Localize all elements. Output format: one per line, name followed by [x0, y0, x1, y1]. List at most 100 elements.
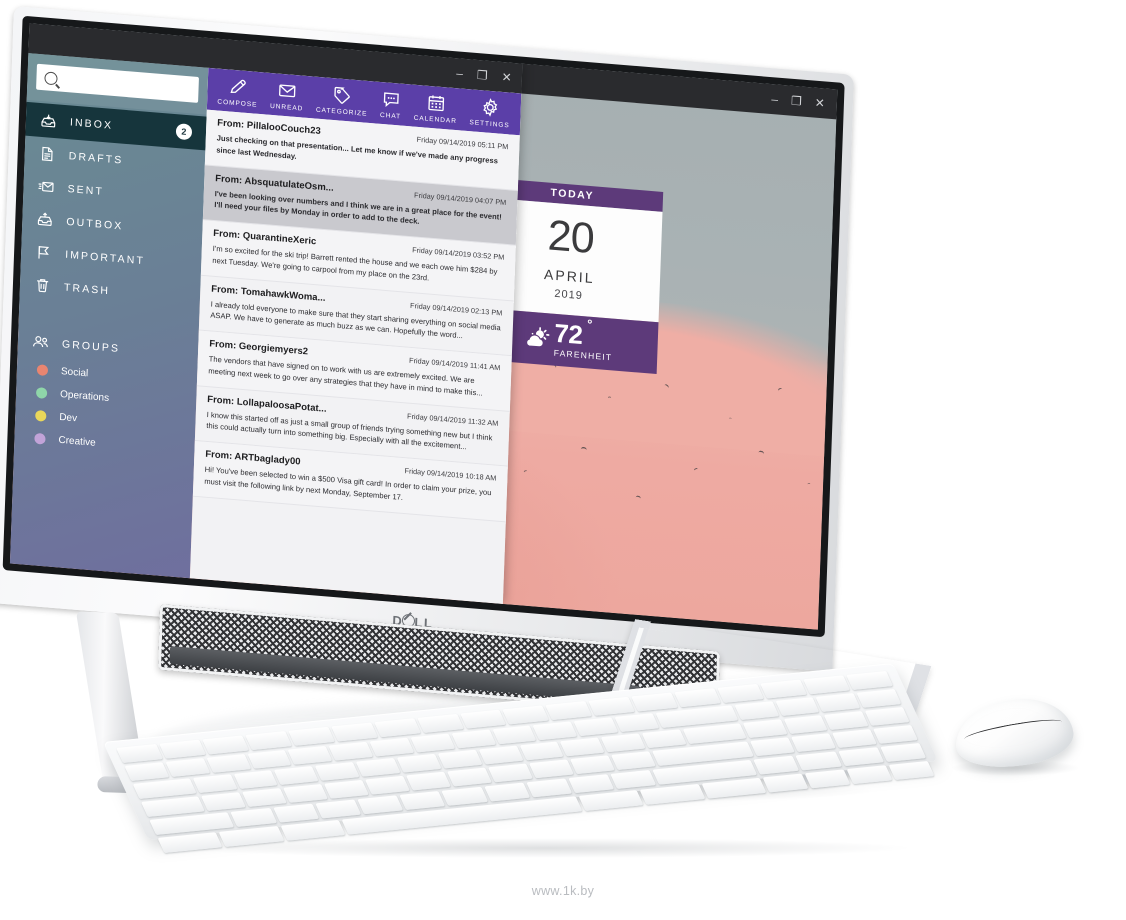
keyboard-key[interactable]: [783, 715, 828, 734]
keyboard-key[interactable]: [206, 754, 251, 773]
keyboard-key[interactable]: [880, 743, 927, 762]
keyboard-key[interactable]: [856, 688, 902, 708]
mouse[interactable]: [951, 693, 1077, 773]
keyboard-key[interactable]: [525, 778, 573, 798]
keyboard-key[interactable]: [328, 741, 374, 761]
keyboard-key[interactable]: [192, 774, 238, 794]
keyboard-key[interactable]: [451, 729, 496, 749]
maximize-button[interactable]: ❐: [477, 68, 488, 83]
keyboard-key[interactable]: [416, 713, 464, 733]
keyboard-key[interactable]: [287, 745, 333, 765]
keyboard-key[interactable]: [569, 755, 615, 775]
keyboard-key[interactable]: [280, 819, 346, 841]
keyboard-key[interactable]: [815, 693, 861, 712]
keyboard-key[interactable]: [314, 761, 360, 781]
keyboard-key[interactable]: [864, 706, 910, 726]
keyboard-key[interactable]: [824, 711, 869, 730]
keyboard-key[interactable]: [233, 770, 279, 789]
keyboard-key[interactable]: [132, 778, 197, 799]
keyboard-key[interactable]: [795, 751, 842, 771]
keyboard-key[interactable]: [803, 675, 850, 695]
keyboard-key[interactable]: [846, 671, 893, 691]
keyboard-key[interactable]: [519, 741, 564, 761]
keyboard-key[interactable]: [244, 731, 292, 751]
close-button[interactable]: ✕: [501, 70, 512, 85]
keyboard-key[interactable]: [790, 733, 836, 752]
keyboard-key[interactable]: [641, 729, 687, 749]
keyboard-key[interactable]: [159, 739, 206, 759]
keyboard-key[interactable]: [241, 788, 287, 807]
toolbar-button-chat[interactable]: CHAT: [380, 89, 402, 121]
toolbar-button-settings[interactable]: SETTINGS: [469, 96, 510, 129]
keyboard-key[interactable]: [246, 749, 292, 769]
keyboard-key[interactable]: [742, 719, 788, 739]
message-list[interactable]: From: PillalooCouch23 Friday 09/14/2019 0…: [192, 109, 520, 523]
keyboard-key[interactable]: [202, 735, 249, 755]
keyboard-key[interactable]: [573, 717, 619, 737]
toolbar-button-compose[interactable]: COMPOSE: [217, 76, 258, 109]
keyboard-key[interactable]: [282, 784, 328, 803]
keyboard-key[interactable]: [272, 803, 319, 823]
keyboard-key[interactable]: [396, 753, 442, 773]
keyboard-key[interactable]: [528, 759, 574, 779]
keyboard-key[interactable]: [410, 733, 456, 753]
keyboard-key[interactable]: [610, 769, 657, 789]
keyboard-key[interactable]: [717, 683, 765, 703]
keyboard-key[interactable]: [749, 737, 795, 757]
keyboard-key[interactable]: [405, 771, 451, 791]
keyboard-key[interactable]: [369, 737, 415, 757]
keyboard-key[interactable]: [560, 737, 605, 757]
keyboard-key[interactable]: [315, 799, 362, 819]
keyboard-key[interactable]: [487, 763, 533, 783]
keyboard-key[interactable]: [888, 760, 935, 780]
keyboard-key[interactable]: [492, 725, 537, 745]
keyboard-key[interactable]: [330, 722, 378, 742]
keyboard-key[interactable]: [437, 749, 483, 769]
keyboard-key[interactable]: [116, 744, 163, 763]
keyboard-key[interactable]: [674, 688, 722, 708]
keyboard-key[interactable]: [200, 792, 246, 811]
keyboard-key[interactable]: [610, 751, 656, 770]
keyboard-key[interactable]: [614, 713, 660, 732]
keyboard-key[interactable]: [831, 729, 877, 748]
keyboard-key[interactable]: [355, 757, 401, 777]
keyboard-key[interactable]: [568, 774, 615, 794]
keyboard-key[interactable]: [545, 701, 593, 721]
keyboard-key[interactable]: [774, 697, 820, 716]
keyboard-key[interactable]: [600, 733, 646, 753]
keyboard-key[interactable]: [846, 765, 893, 785]
keyboard-key[interactable]: [760, 679, 808, 699]
search-input[interactable]: [36, 63, 199, 103]
keyboard-key[interactable]: [140, 796, 205, 817]
minimize-button-2[interactable]: –: [771, 92, 778, 106]
keyboard-key[interactable]: [357, 795, 404, 815]
keyboard-key[interactable]: [446, 767, 492, 787]
keyboard-key[interactable]: [483, 782, 530, 802]
keyboard-key[interactable]: [682, 723, 747, 745]
keyboard-key[interactable]: [459, 709, 507, 729]
keyboard-key[interactable]: [631, 692, 679, 712]
toolbar-button-calendar[interactable]: CALENDAR: [414, 92, 458, 125]
minimize-button[interactable]: –: [456, 66, 463, 80]
toolbar-button-unread[interactable]: UNREAD: [270, 80, 304, 113]
close-button-2[interactable]: ✕: [815, 96, 826, 111]
keyboard-key[interactable]: [287, 726, 335, 746]
keyboard-key[interactable]: [478, 745, 524, 765]
keyboard-key[interactable]: [165, 758, 211, 777]
keyboard-key[interactable]: [124, 762, 170, 781]
toolbar-button-categorize[interactable]: CATEGORIZE: [316, 84, 368, 118]
keyboard-key[interactable]: [578, 790, 644, 811]
keyboard-key[interactable]: [532, 721, 578, 741]
keyboard-key[interactable]: [588, 696, 636, 716]
maximize-button-2[interactable]: ❐: [791, 94, 802, 109]
keyboard-key[interactable]: [837, 747, 884, 767]
keyboard-key[interactable]: [753, 755, 800, 775]
keyboard-key[interactable]: [872, 725, 918, 744]
keyboard-key[interactable]: [274, 766, 319, 785]
keyboard-key[interactable]: [364, 775, 410, 795]
keyboard-key[interactable]: [734, 701, 779, 721]
keyboard-key[interactable]: [399, 791, 446, 810]
keyboard-key[interactable]: [441, 786, 488, 806]
keyboard-key[interactable]: [502, 705, 550, 725]
keyboard-key[interactable]: [323, 779, 369, 799]
